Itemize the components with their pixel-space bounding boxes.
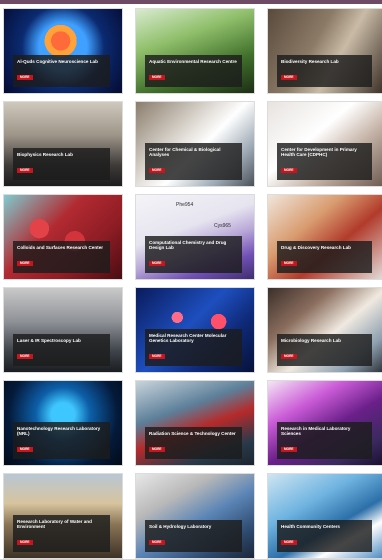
card-biodiversity[interactable]: Biodiversity Research Lab MORE [267, 8, 382, 94]
card-water-environment[interactable]: Research Laboratory of Water and Environ… [3, 473, 123, 559]
more-button[interactable]: MORE [17, 353, 33, 359]
card-caption: Radiation Science & Technology Center MO… [145, 427, 242, 459]
card-caption: Drug & Discovery Research Lab MORE [277, 241, 372, 273]
card-health-community[interactable]: Health Community Centers MORE [267, 473, 382, 559]
card-title: Biodiversity Research Lab [281, 59, 339, 65]
card-caption: Biophysics Research Lab MORE [13, 148, 110, 180]
card-caption: Laser & IR Spectroscopy Lab MORE [13, 334, 110, 366]
more-button[interactable]: MORE [281, 539, 297, 545]
card-colloids-surfaces[interactable]: Colloids and Surfaces Research Center MO… [3, 194, 123, 280]
top-accent-bar [0, 0, 382, 4]
more-button[interactable]: MORE [17, 260, 33, 266]
more-button[interactable]: MORE [149, 74, 165, 80]
more-button[interactable]: MORE [281, 446, 297, 452]
residue-label-1: Phe954 [176, 202, 193, 208]
residue-label-2: Cys965 [214, 223, 231, 229]
card-caption: Nanotechnology Research Laboratory (NRL)… [13, 421, 110, 459]
more-button[interactable]: MORE [281, 74, 297, 80]
card-nanotechnology[interactable]: Nanotechnology Research Laboratory (NRL)… [3, 380, 123, 466]
card-title: Center for Development in Primary Health… [281, 146, 357, 158]
card-title: Research Laboratory of Water and Environ… [17, 518, 92, 530]
more-button[interactable]: MORE [149, 353, 165, 359]
card-title: Biophysics Research Lab [17, 152, 73, 158]
more-button[interactable]: MORE [149, 446, 165, 452]
more-button[interactable]: MORE [149, 260, 165, 266]
card-title: Computational Chemistry and Drug Design … [149, 239, 227, 251]
card-molecular-genetics[interactable]: Medical Research Center Molecular Geneti… [135, 287, 255, 373]
card-caption: Research in Medical Laboratory Sciences … [277, 421, 372, 459]
card-title: Microbiology Research Lab [281, 338, 341, 344]
card-title: Health Community Centers [281, 524, 340, 530]
card-biophysics[interactable]: Biophysics Research Lab MORE [3, 101, 123, 187]
more-button[interactable]: MORE [17, 446, 33, 452]
card-radiation-science[interactable]: Radiation Science & Technology Center MO… [135, 380, 255, 466]
card-caption: Computational Chemistry and Drug Design … [145, 235, 242, 273]
more-button[interactable]: MORE [149, 167, 165, 173]
card-title: Laser & IR Spectroscopy Lab [17, 338, 81, 344]
card-caption: Center for Development in Primary Health… [277, 142, 372, 180]
card-medical-lab-sciences[interactable]: Research in Medical Laboratory Sciences … [267, 380, 382, 466]
card-chemical-biological[interactable]: Center for Chemical & Biological Analyse… [135, 101, 255, 187]
card-title: Center for Chemical & Biological Analyse… [149, 146, 221, 158]
card-title: Nanotechnology Research Laboratory (NRL) [17, 425, 101, 437]
more-button[interactable]: MORE [17, 539, 33, 545]
card-caption: Microbiology Research Lab MORE [277, 334, 372, 366]
card-title: Research in Medical Laboratory Sciences [281, 425, 351, 437]
card-caption: Research Laboratory of Water and Environ… [13, 514, 110, 552]
card-title: Radiation Science & Technology Center [149, 431, 236, 437]
research-centers-grid: Al-Quds Cognitive Neuroscience Lab MORE … [3, 8, 382, 559]
card-cognitive-neuroscience[interactable]: Al-Quds Cognitive Neuroscience Lab MORE [3, 8, 123, 94]
card-title: Aquatic Environmental Research Centre [149, 59, 237, 65]
card-caption: Center for Chemical & Biological Analyse… [145, 142, 242, 180]
more-button[interactable]: MORE [17, 167, 33, 173]
card-title: Colloids and Surfaces Research Center [17, 245, 104, 251]
card-aquatic-environmental[interactable]: Aquatic Environmental Research Centre MO… [135, 8, 255, 94]
more-button[interactable]: MORE [281, 260, 297, 266]
card-microbiology[interactable]: Microbiology Research Lab MORE [267, 287, 382, 373]
card-title: Al-Quds Cognitive Neuroscience Lab [17, 59, 98, 65]
card-caption: Soil & Hydrology Laboratory MORE [145, 520, 242, 552]
card-title: Medical Research Center Molecular Geneti… [149, 332, 227, 344]
card-caption: Colloids and Surfaces Research Center MO… [13, 241, 110, 273]
card-caption: Health Community Centers MORE [277, 520, 372, 552]
card-soil-hydrology[interactable]: Soil & Hydrology Laboratory MORE [135, 473, 255, 559]
card-caption: Aquatic Environmental Research Centre MO… [145, 55, 242, 87]
card-computational-chemistry[interactable]: Phe954 Cys965 Computational Chemistry an… [135, 194, 255, 280]
card-laser-ir-spectroscopy[interactable]: Laser & IR Spectroscopy Lab MORE [3, 287, 123, 373]
more-button[interactable]: MORE [281, 353, 297, 359]
card-title: Soil & Hydrology Laboratory [149, 524, 212, 530]
more-button[interactable]: MORE [149, 539, 165, 545]
card-caption: Medical Research Center Molecular Geneti… [145, 328, 242, 366]
more-button[interactable]: MORE [281, 167, 297, 173]
card-primary-health-care[interactable]: Center for Development in Primary Health… [267, 101, 382, 187]
card-title: Drug & Discovery Research Lab [281, 245, 351, 251]
more-button[interactable]: MORE [17, 74, 33, 80]
card-caption: Al-Quds Cognitive Neuroscience Lab MORE [13, 55, 110, 87]
card-drug-discovery[interactable]: Drug & Discovery Research Lab MORE [267, 194, 382, 280]
card-caption: Biodiversity Research Lab MORE [277, 55, 372, 87]
